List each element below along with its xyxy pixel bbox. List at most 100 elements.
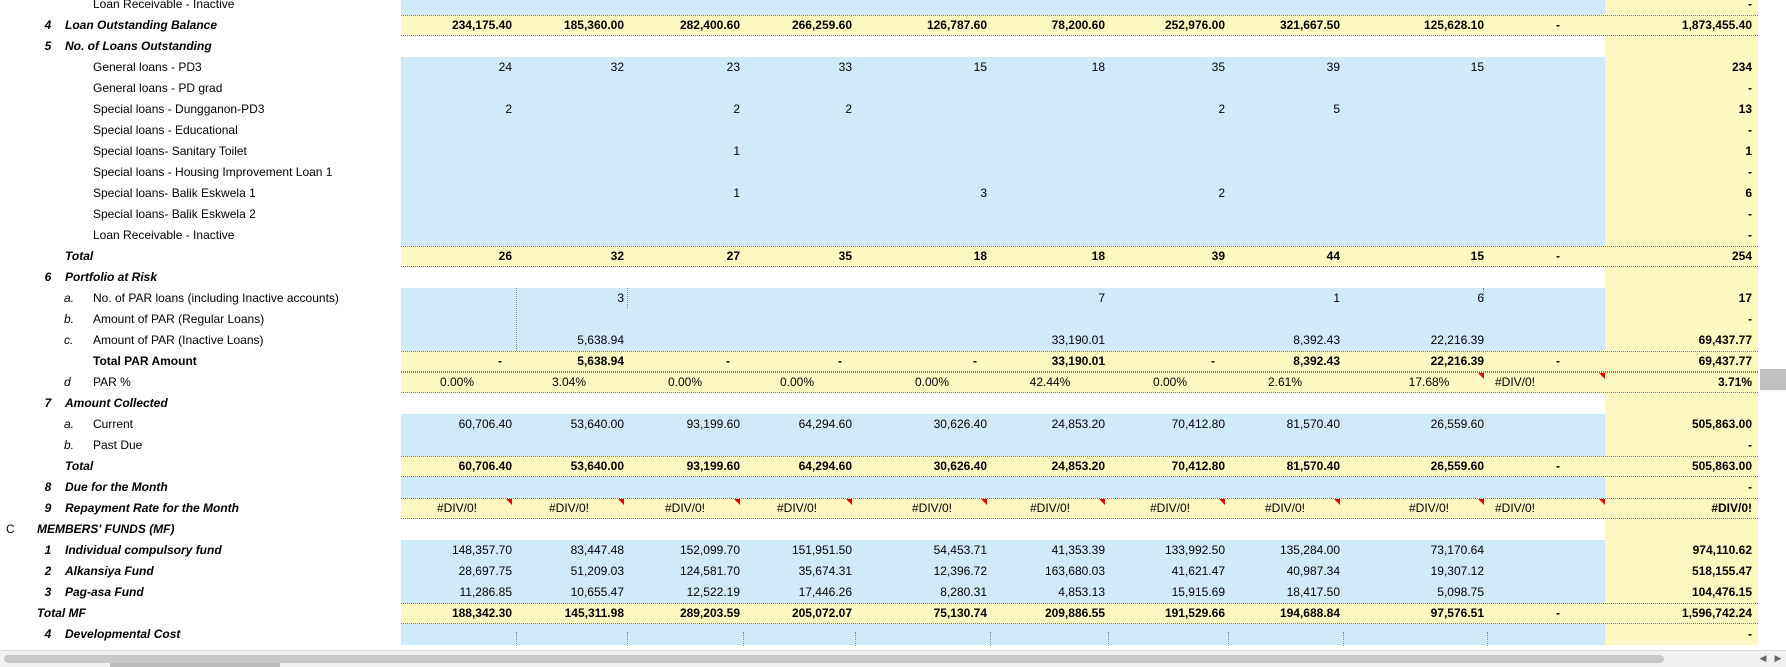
table-cell[interactable] [877, 225, 987, 246]
total-cell[interactable]: 518,155.47 [1612, 561, 1752, 582]
table-cell[interactable] [1460, 477, 1570, 498]
table-cell[interactable] [742, 624, 852, 645]
table-cell[interactable]: 8,392.43 [1230, 330, 1340, 351]
table-cell[interactable]: 53,640.00 [514, 456, 624, 477]
table-cell[interactable] [1115, 162, 1225, 183]
table-cell[interactable] [630, 519, 740, 540]
table-cell[interactable] [630, 624, 740, 645]
table-cell[interactable] [402, 120, 512, 141]
table-cell[interactable] [1460, 393, 1570, 414]
total-cell[interactable]: #DIV/0! [1612, 498, 1752, 519]
table-cell[interactable] [742, 162, 852, 183]
table-cell[interactable]: 78,200.60 [995, 15, 1105, 36]
table-cell[interactable] [742, 225, 852, 246]
total-cell[interactable]: 974,110.62 [1612, 540, 1752, 561]
table-cell[interactable] [402, 141, 512, 162]
table-cell[interactable] [1460, 561, 1570, 582]
table-cell[interactable] [1460, 540, 1570, 561]
table-cell[interactable]: #DIV/0! [877, 498, 987, 519]
table-cell[interactable] [514, 435, 624, 456]
table-cell[interactable] [1230, 435, 1340, 456]
table-cell[interactable] [1230, 624, 1340, 645]
table-cell[interactable]: 51,209.03 [514, 561, 624, 582]
total-cell[interactable]: - [1612, 0, 1752, 15]
table-cell[interactable] [1460, 582, 1570, 603]
table-cell[interactable]: 23 [630, 57, 740, 78]
table-cell[interactable] [1460, 330, 1570, 351]
total-cell[interactable]: 13 [1612, 99, 1752, 120]
table-cell[interactable]: 1 [630, 141, 740, 162]
table-cell[interactable]: - [732, 351, 842, 372]
table-cell[interactable] [742, 204, 852, 225]
table-cell[interactable] [995, 624, 1105, 645]
table-cell[interactable] [514, 393, 624, 414]
table-cell[interactable] [1115, 477, 1225, 498]
table-cell[interactable]: #DIV/0! [995, 498, 1105, 519]
table-cell[interactable] [1460, 0, 1570, 15]
table-cell[interactable] [1115, 225, 1225, 246]
table-cell[interactable]: 27 [630, 246, 740, 267]
table-cell[interactable] [1115, 519, 1225, 540]
total-cell[interactable]: - [1612, 204, 1752, 225]
table-cell[interactable]: 163,680.03 [995, 561, 1105, 582]
table-cell[interactable]: 205,072.07 [742, 603, 852, 624]
table-cell[interactable] [1460, 78, 1570, 99]
table-cell[interactable]: 252,976.00 [1115, 15, 1225, 36]
table-cell[interactable] [1460, 204, 1570, 225]
table-cell[interactable]: 75,130.74 [877, 603, 987, 624]
table-cell[interactable]: 0.00% [630, 372, 740, 393]
table-cell[interactable]: #DIV/0! [1230, 498, 1340, 519]
table-cell[interactable] [995, 204, 1105, 225]
table-cell[interactable] [742, 393, 852, 414]
total-cell[interactable]: 1,873,455.40 [1612, 15, 1752, 36]
table-cell[interactable] [514, 519, 624, 540]
total-cell[interactable] [1612, 393, 1752, 414]
table-cell[interactable]: 5 [1230, 99, 1340, 120]
table-cell[interactable]: #DIV/0! [402, 498, 512, 519]
total-cell[interactable]: - [1612, 435, 1752, 456]
table-cell[interactable] [1230, 141, 1340, 162]
table-cell[interactable]: 321,667.50 [1230, 15, 1340, 36]
total-cell[interactable] [1612, 267, 1752, 288]
total-cell[interactable]: 505,863.00 [1612, 456, 1752, 477]
table-cell[interactable] [630, 120, 740, 141]
table-cell[interactable]: 185,360.00 [514, 15, 624, 36]
table-cell[interactable] [1460, 624, 1570, 645]
table-cell[interactable]: - [1450, 246, 1560, 267]
table-cell[interactable]: - [620, 351, 730, 372]
table-cell[interactable]: 145,311.98 [514, 603, 624, 624]
horizontal-scroll-thumb[interactable] [4, 655, 1664, 663]
table-cell[interactable]: 39 [1115, 246, 1225, 267]
total-cell[interactable]: - [1612, 78, 1752, 99]
table-cell[interactable] [1230, 309, 1340, 330]
table-cell[interactable] [877, 309, 987, 330]
table-cell[interactable] [402, 330, 512, 351]
table-cell[interactable] [877, 120, 987, 141]
table-cell[interactable] [877, 267, 987, 288]
table-cell[interactable]: 0.00% [877, 372, 987, 393]
table-cell[interactable] [1230, 120, 1340, 141]
table-cell[interactable]: 60,706.40 [402, 414, 512, 435]
table-cell[interactable] [1115, 435, 1225, 456]
table-cell[interactable] [742, 36, 852, 57]
table-cell[interactable] [742, 309, 852, 330]
total-cell[interactable]: 1 [1612, 141, 1752, 162]
table-cell[interactable] [742, 78, 852, 99]
total-cell[interactable]: - [1612, 624, 1752, 645]
total-cell[interactable]: 505,863.00 [1612, 414, 1752, 435]
table-cell[interactable]: 40,987.34 [1230, 561, 1340, 582]
table-cell[interactable] [1230, 0, 1340, 15]
table-cell[interactable]: - [1450, 15, 1560, 36]
table-cell[interactable] [1115, 36, 1225, 57]
table-cell[interactable]: 35 [742, 246, 852, 267]
table-cell[interactable]: 35,674.31 [742, 561, 852, 582]
table-cell[interactable]: 282,400.60 [630, 15, 740, 36]
table-cell[interactable] [1115, 78, 1225, 99]
table-cell[interactable]: 126,787.60 [877, 15, 987, 36]
table-cell[interactable] [1115, 120, 1225, 141]
table-cell[interactable]: 0.00% [1115, 372, 1225, 393]
table-cell[interactable] [514, 78, 624, 99]
table-cell[interactable] [402, 78, 512, 99]
table-cell[interactable] [630, 477, 740, 498]
horizontal-scrollbar[interactable]: ◀ ▶ [0, 650, 1786, 667]
